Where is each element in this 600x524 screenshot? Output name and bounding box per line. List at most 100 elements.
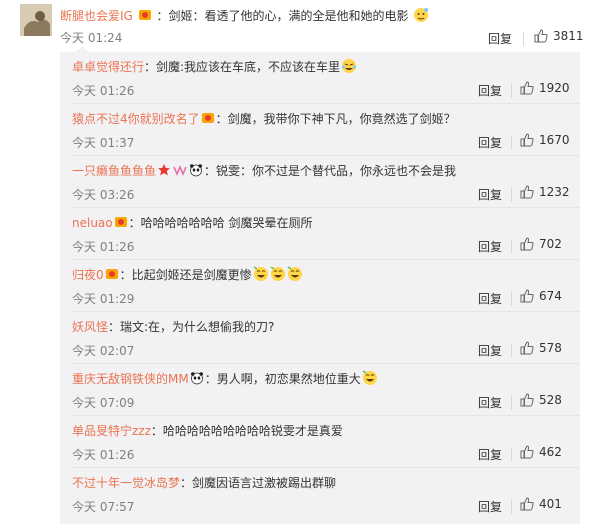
panda-icon <box>190 371 204 385</box>
like-button[interactable]: 578 <box>520 341 562 355</box>
thumbs-up-icon <box>520 289 534 303</box>
reply-button[interactable]: 回复 <box>478 186 502 203</box>
reply-text: ：瑞文:在，为什么想偷我的刀? <box>108 320 275 334</box>
reply-time: 今天 07:57 <box>72 500 135 514</box>
reply-item: 归夜0 ：比起剑姬还是剑魔更惨 今天 01:29 回复 674 <box>60 260 580 312</box>
divider <box>511 292 512 306</box>
reply-button[interactable]: 回复 <box>478 134 502 151</box>
reply-item: 不过十年一觉冰岛梦：剑魔因语言过激被踢出群聊 今天 07:57 回复 401 <box>60 468 580 520</box>
reply-item: 重庆无敌钢铁侠的MM ：男人啊，初恋果然地位重大 今天 07:09 回复 528 <box>60 364 580 416</box>
like-button[interactable]: 401 <box>520 497 562 511</box>
like-button[interactable]: 1232 <box>520 185 570 199</box>
like-count: 401 <box>539 497 562 511</box>
thumbs-up-icon <box>520 237 534 251</box>
thumbs-up-icon <box>520 445 534 459</box>
main-comment: 断腿也会爱IG ：剑姬：看透了他的心，满的全是他和她的电影 今天 01:24 回… <box>0 0 600 52</box>
like-button[interactable]: 702 <box>520 237 562 251</box>
reply-item: 卓卓觉得还行：剑魔:我应该在车底，不应该在车里 今天 01:26 回复 1920 <box>60 52 580 104</box>
like-button[interactable]: 528 <box>520 393 562 407</box>
panda-icon <box>189 163 203 177</box>
reply-button[interactable]: 回复 <box>488 30 512 47</box>
like-count: 1232 <box>539 185 570 199</box>
replies-panel: 卓卓觉得还行：剑魔:我应该在车底，不应该在车里 今天 01:26 回复 1920… <box>60 46 580 524</box>
divider <box>511 84 512 98</box>
reply-time: 今天 01:26 <box>72 240 135 254</box>
reply-item: 妖风怪：瑞文:在，为什么想偷我的刀? 今天 02:07 回复 578 <box>60 312 580 364</box>
divider <box>523 32 524 46</box>
reply-button[interactable]: 回复 <box>478 82 502 99</box>
reply-time: 今天 03:26 <box>72 188 135 202</box>
like-button[interactable]: 1670 <box>520 133 570 147</box>
reply-item: 猿点不过4你就别改名了 ：剑魔，我带你下神下凡，你竟然选了剑姬？ 今天 01:37… <box>60 104 580 156</box>
laughing-emoji-icon <box>287 266 303 282</box>
divider <box>511 344 512 358</box>
reply-item: neluao ：哈哈哈哈哈哈哈 剑魔哭晕在厕所 今天 01:26 回复 702 <box>60 208 580 260</box>
user-badge-icon <box>138 8 152 22</box>
reply-time: 今天 01:26 <box>72 448 135 462</box>
reply-button[interactable]: 回复 <box>478 290 502 307</box>
divider <box>511 448 512 462</box>
divider <box>511 396 512 410</box>
user-badge-icon <box>201 111 215 125</box>
username-link[interactable]: 重庆无敌钢铁侠的MM <box>72 372 189 386</box>
thumbs-up-icon <box>520 133 534 147</box>
divider <box>511 136 512 150</box>
crying-laughing-emoji-icon <box>341 58 357 74</box>
thumbs-up-icon <box>520 341 534 355</box>
username-link[interactable]: 卓卓觉得还行 <box>72 60 144 74</box>
thumbs-up-icon <box>520 497 534 511</box>
reply-text: ：男人啊，初恋果然地位重大 <box>204 372 361 386</box>
reply-time: 今天 02:07 <box>72 344 135 358</box>
thumbs-up-icon <box>520 393 534 407</box>
laughing-emoji-icon <box>270 266 286 282</box>
reply-time: 今天 01:29 <box>72 292 135 306</box>
divider <box>511 240 512 254</box>
like-count: 528 <box>539 393 562 407</box>
user-badge-icon <box>105 267 119 281</box>
reply-text: ：比起剑姬还是剑魔更惨 <box>119 268 252 282</box>
comment-time: 今天 01:24 <box>60 31 123 45</box>
like-count: 702 <box>539 237 562 251</box>
user-badge-icon <box>114 215 128 229</box>
embarrassed-emoji-icon <box>413 7 429 23</box>
comment-line: 断腿也会爱IG ：剑姬：看透了他的心，满的全是他和她的电影 <box>60 6 429 26</box>
reply-button[interactable]: 回复 <box>478 446 502 463</box>
reply-text: ：剑魔:我应该在车底，不应该在车里 <box>144 60 341 74</box>
comment-text: ：剑姬：看透了他的心，满的全是他和她的电影 <box>156 9 409 23</box>
like-button[interactable]: 462 <box>520 445 562 459</box>
like-button[interactable]: 3811 <box>534 29 584 43</box>
divider <box>511 500 512 514</box>
reply-item: 单品旻特宁zzz：哈哈哈哈哈哈哈哈哈锐雯才是真爱 今天 01:26 回复 462 <box>60 416 580 468</box>
username-link[interactable]: 猿点不过4你就别改名了 <box>72 112 200 126</box>
reply-button[interactable]: 回复 <box>478 342 502 359</box>
thumbs-up-icon <box>520 185 534 199</box>
like-button[interactable]: 1920 <box>520 81 570 95</box>
reply-button[interactable]: 回复 <box>478 394 502 411</box>
reply-button[interactable]: 回复 <box>478 498 502 515</box>
username-link[interactable]: 一只癞鱼鱼鱼鱼 <box>72 164 156 178</box>
username-link[interactable]: neluao <box>72 216 113 230</box>
reply-time: 今天 07:09 <box>72 396 135 410</box>
laughing-emoji-icon <box>362 370 378 386</box>
vip-icon <box>173 163 187 177</box>
username-link[interactable]: 妖风怪 <box>72 320 108 334</box>
username-link[interactable]: 断腿也会爱IG <box>60 9 133 23</box>
divider <box>511 188 512 202</box>
thumbs-up-icon <box>534 29 548 43</box>
star-icon <box>157 163 171 177</box>
username-link[interactable]: 单品旻特宁zzz <box>72 424 151 438</box>
reply-button[interactable]: 回复 <box>478 238 502 255</box>
laughing-emoji-icon <box>253 266 269 282</box>
reply-time: 今天 01:26 <box>72 84 135 98</box>
thumbs-up-icon <box>520 81 534 95</box>
reply-text: ：哈哈哈哈哈哈哈 剑魔哭晕在厕所 <box>128 216 313 230</box>
username-link[interactable]: 归夜0 <box>72 268 104 282</box>
like-button[interactable]: 674 <box>520 289 562 303</box>
like-count: 578 <box>539 341 562 355</box>
like-count: 3811 <box>553 29 584 43</box>
reply-text: ：剑魔，我带你下神下凡，你竟然选了剑姬？ <box>215 112 456 126</box>
avatar[interactable] <box>20 4 52 36</box>
username-link[interactable]: 不过十年一觉冰岛梦 <box>72 476 180 490</box>
like-count: 674 <box>539 289 562 303</box>
reply-text: ：剑魔因语言过激被踢出群聊 <box>180 476 337 490</box>
